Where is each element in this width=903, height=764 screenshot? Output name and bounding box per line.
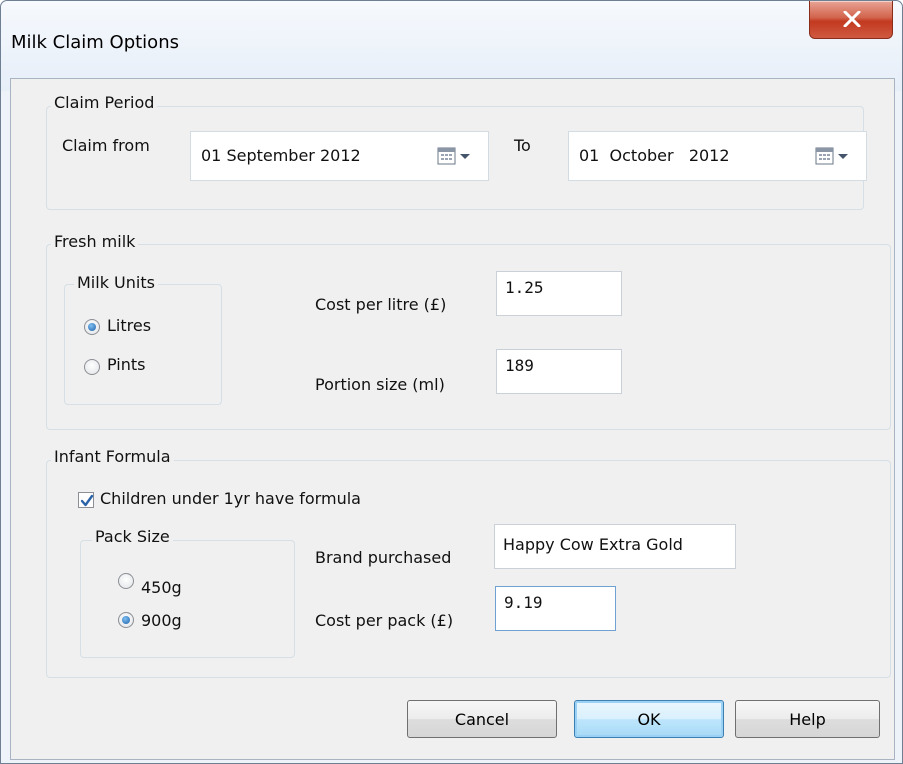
ok-button[interactable]: OK: [574, 700, 724, 738]
children-formula-checkbox[interactable]: [78, 492, 94, 508]
brand-purchased-input[interactable]: Happy Cow Extra Gold: [494, 524, 736, 569]
close-icon: [843, 11, 861, 27]
cost-per-litre-label: Cost per litre (£): [315, 295, 447, 314]
pack-900g-label[interactable]: 900g: [141, 611, 182, 630]
pints-radio[interactable]: [84, 359, 100, 375]
claim-to-label: To: [514, 136, 531, 155]
claim-from-datepicker[interactable]: 01 September 2012: [190, 131, 489, 181]
help-button[interactable]: Help: [735, 700, 880, 738]
dialog-body: Claim Period Claim from 01 September 201…: [10, 78, 895, 760]
cost-per-pack-input[interactable]: 9.19: [495, 586, 616, 631]
window-title: Milk Claim Options: [11, 32, 179, 53]
brand-purchased-label: Brand purchased: [315, 548, 452, 567]
fresh-milk-legend: Fresh milk: [51, 232, 139, 251]
checkmark-icon: [80, 494, 94, 507]
milk-units-group: [64, 284, 222, 405]
pints-label[interactable]: Pints: [107, 355, 146, 374]
claim-period-legend: Claim Period: [51, 93, 158, 112]
claim-from-value: 01 September 2012: [201, 146, 361, 165]
pack-size-group: [80, 540, 295, 658]
infant-formula-legend: Infant Formula: [51, 447, 174, 466]
portion-size-input[interactable]: 189: [496, 349, 622, 394]
close-button[interactable]: [809, 1, 893, 39]
cost-per-pack-label: Cost per pack (£): [315, 611, 454, 630]
pack-450g-radio[interactable]: [118, 573, 134, 589]
pack-450g-label[interactable]: 450g: [141, 578, 182, 597]
claim-to-datepicker[interactable]: 01 October 2012: [568, 131, 867, 181]
calendar-dropdown-icon[interactable]: [815, 146, 857, 170]
milk-claim-options-dialog: Milk Claim Options Claim Period Claim fr…: [0, 0, 903, 764]
cost-per-litre-input[interactable]: 1.25: [496, 271, 622, 316]
calendar-dropdown-icon[interactable]: [437, 146, 479, 170]
pack-size-legend: Pack Size: [92, 527, 173, 546]
litres-label[interactable]: Litres: [107, 316, 151, 335]
claim-to-value: 01 October 2012: [579, 146, 730, 165]
cancel-button[interactable]: Cancel: [407, 700, 557, 738]
milk-units-legend: Milk Units: [74, 273, 158, 292]
children-formula-label[interactable]: Children under 1yr have formula: [100, 489, 361, 508]
litres-radio[interactable]: [84, 319, 100, 335]
claim-from-label: Claim from: [62, 136, 150, 155]
portion-size-label: Portion size (ml): [315, 375, 445, 394]
pack-900g-radio[interactable]: [118, 612, 134, 628]
